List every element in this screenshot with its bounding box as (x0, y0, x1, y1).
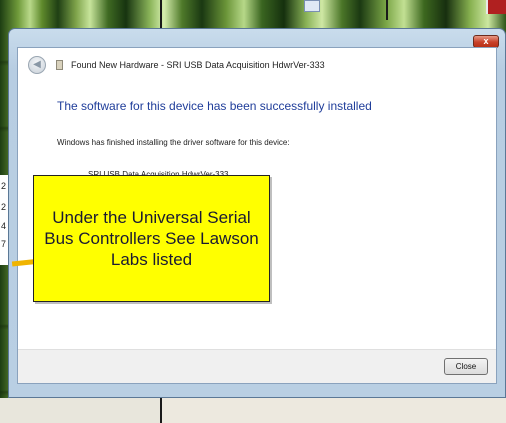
hardware-icon (56, 60, 63, 70)
background-list-number: 7 (1, 239, 7, 249)
background-red-icon (486, 0, 506, 14)
background-panel (0, 398, 160, 423)
dialog-footer: Close (18, 349, 496, 383)
background-list-number: 4 (1, 221, 7, 231)
annotation-callout: Under the Universal Serial Bus Controlle… (33, 175, 270, 302)
close-button[interactable]: Close (444, 358, 488, 375)
background-list-number: 2 (1, 202, 7, 212)
close-icon: x (483, 36, 489, 46)
success-heading: The software for this device has been su… (57, 99, 372, 113)
background-window-edge (160, 0, 162, 28)
background-list-number: 2 (1, 181, 7, 191)
install-message: Windows has finished installing the driv… (57, 138, 290, 147)
callout-text: Under the Universal Serial Bus Controlle… (44, 208, 259, 269)
background-window-edge (386, 0, 388, 20)
background-panel (162, 398, 506, 423)
background-thumbnail (304, 0, 320, 12)
dialog-title: Found New Hardware - SRI USB Data Acquis… (71, 60, 325, 70)
dialog-nav-row: ◀ Found New Hardware - SRI USB Data Acqu… (18, 48, 496, 82)
back-arrow-icon: ◀ (33, 59, 41, 70)
back-button[interactable]: ◀ (28, 56, 46, 74)
